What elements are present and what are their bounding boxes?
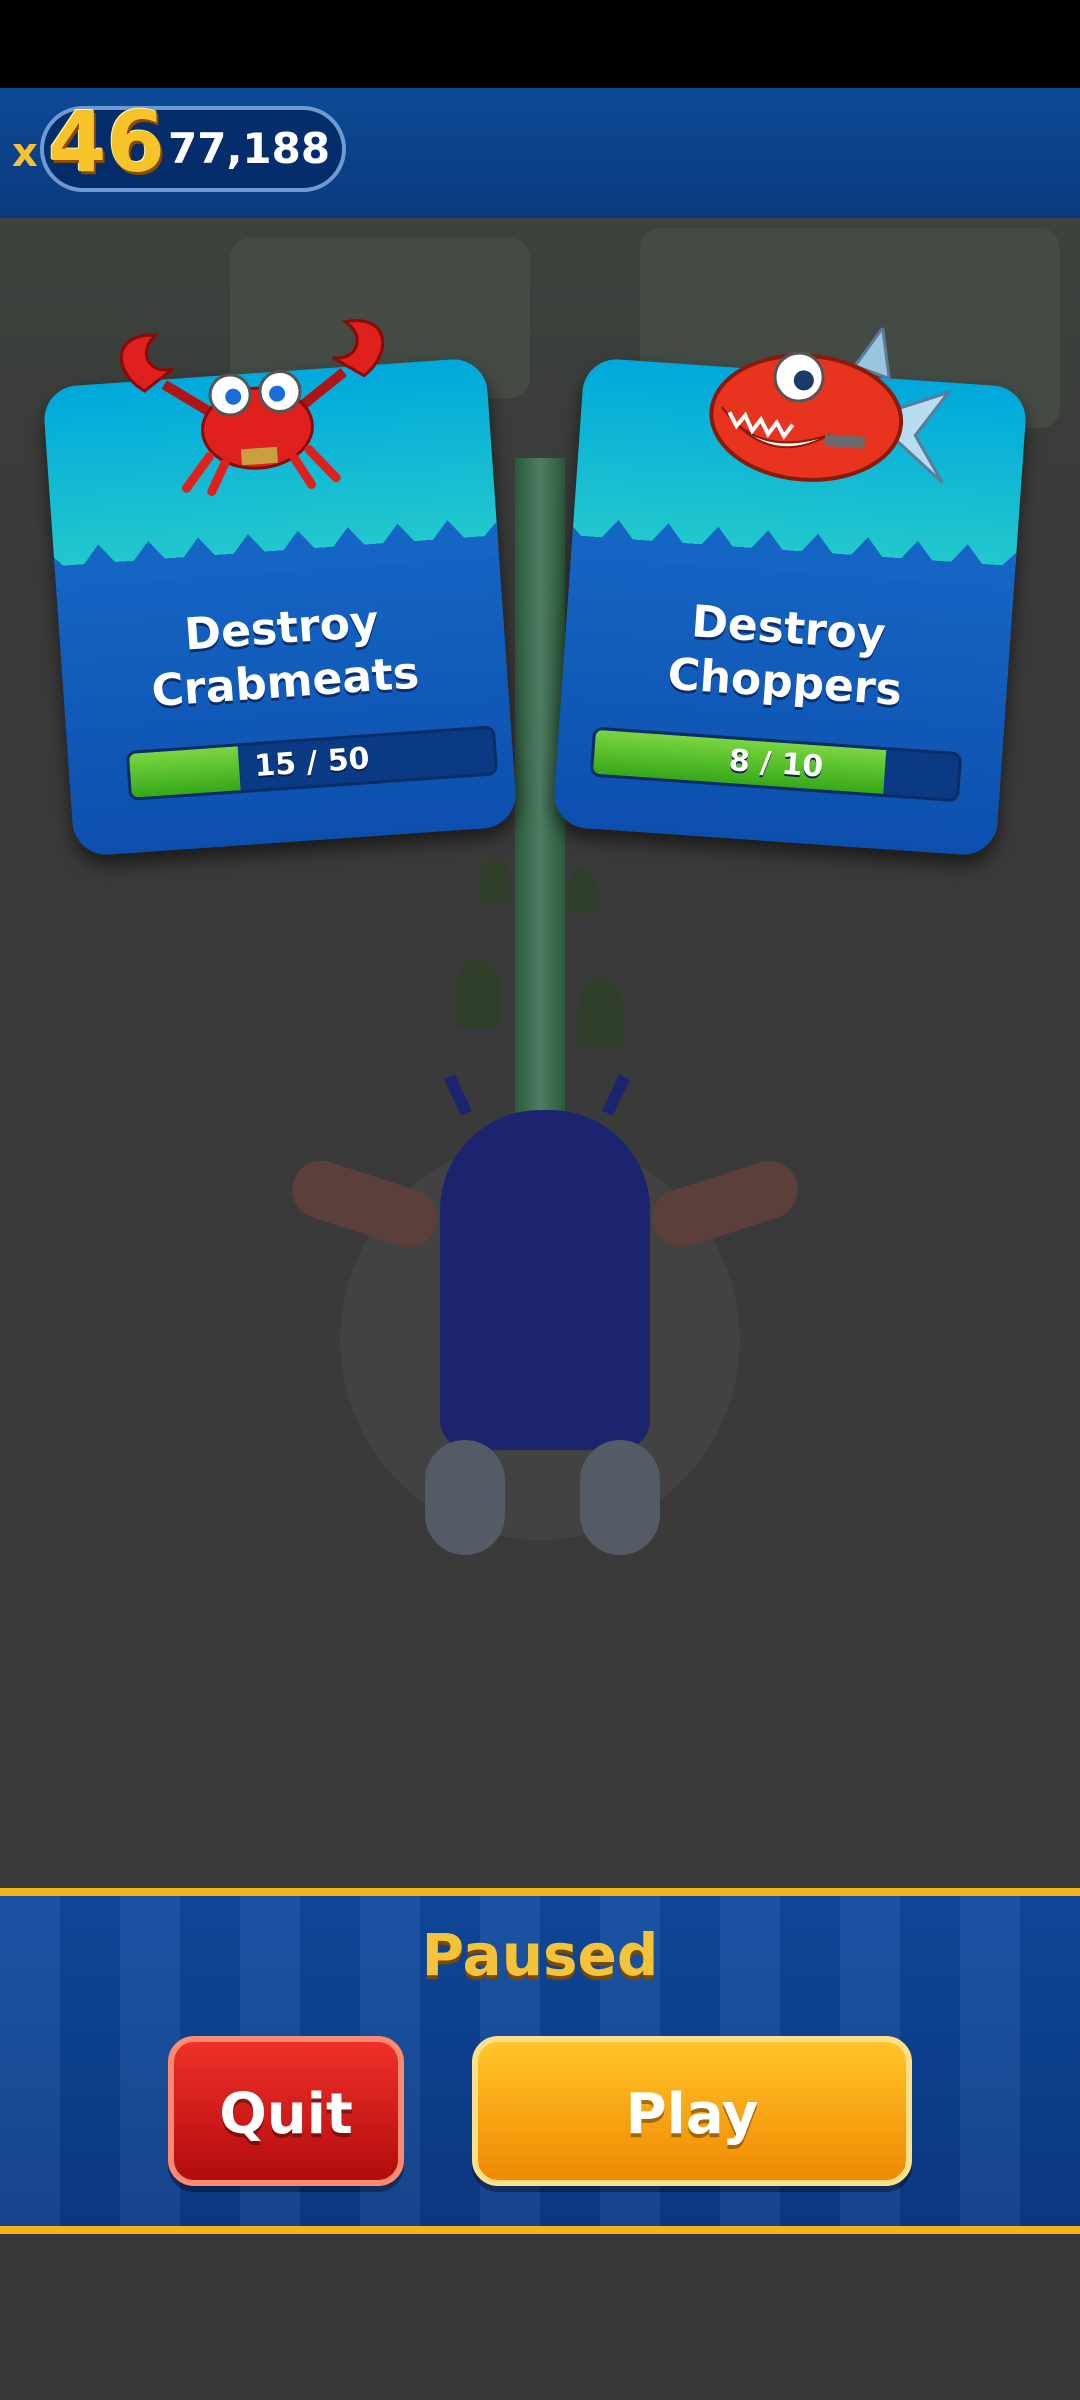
game-scene-bottom (0, 2234, 1080, 2400)
character-arm-right (644, 1153, 806, 1255)
mission-title: Destroy Crabmeats (58, 587, 508, 726)
player-character (280, 1074, 806, 1600)
mission-progress-bar: 8 / 10 (589, 726, 963, 803)
play-button[interactable]: Play (472, 2036, 912, 2186)
palm-tree (568, 868, 598, 913)
palm-tree (578, 978, 624, 1048)
pause-title: Paused (421, 1921, 659, 1989)
wave-divider (54, 520, 500, 588)
palm-tree (455, 958, 501, 1028)
mission-progress-text: 8 / 10 (727, 743, 825, 785)
mission-progress-text: 15 / 50 (253, 741, 371, 785)
character-arm-left (284, 1153, 446, 1255)
quit-button[interactable]: Quit (168, 2036, 404, 2186)
ring-multiplier: 46 (48, 93, 165, 191)
wave-divider (570, 519, 1017, 588)
character-body (440, 1110, 650, 1450)
status-bar (0, 0, 1080, 88)
palm-tree (480, 858, 510, 903)
mission-card-crabmeats: Destroy Crabmeats 15 / 50 (42, 319, 518, 857)
crabmeat-icon (119, 319, 385, 496)
character-foot-right (580, 1440, 660, 1555)
mission-title: Destroy Choppers (561, 587, 1011, 726)
chopper-fish-icon (709, 323, 953, 484)
mission-card-choppers: Destroy Choppers 8 / 10 (552, 323, 1028, 857)
character-antenna-right (602, 1074, 630, 1116)
hud-bar: x 46 77,188 (0, 88, 1080, 224)
multiplier-prefix: x (12, 130, 38, 176)
pause-panel: Paused Quit Play (0, 1888, 1080, 2234)
character-antenna-left (444, 1074, 472, 1116)
score-counter: 77,188 (168, 124, 331, 173)
mission-progress-bar: 15 / 50 (125, 725, 499, 801)
character-foot-left (425, 1440, 505, 1555)
